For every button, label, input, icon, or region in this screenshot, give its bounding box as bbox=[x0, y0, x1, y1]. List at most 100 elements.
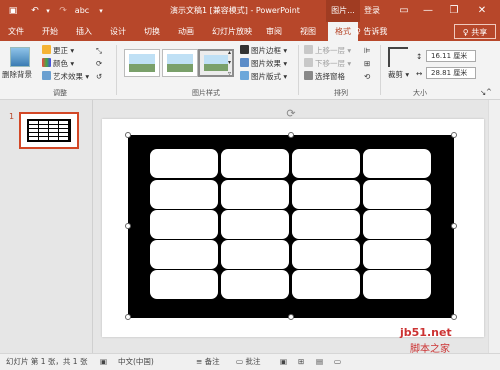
send-backward-icon bbox=[304, 58, 313, 67]
bring-forward-icon bbox=[304, 45, 313, 54]
picture-layout-button[interactable]: 图片版式 ▾ bbox=[240, 71, 287, 82]
login-link[interactable]: 登录 bbox=[364, 0, 380, 22]
redo-icon[interactable]: ↷ bbox=[56, 3, 70, 19]
language-status[interactable]: 中文(中国) bbox=[118, 354, 154, 370]
remove-background-button[interactable]: 删除背景 bbox=[2, 69, 32, 80]
resize-handle-top-left[interactable] bbox=[125, 132, 131, 138]
size-group-label: 大小 bbox=[413, 89, 427, 97]
vertical-scrollbar[interactable] bbox=[488, 100, 500, 353]
watermark-site: jb51.net bbox=[400, 326, 452, 339]
status-bar: 幻灯片 第 1 张，共 1 张 ▣ 中文(中国) ≡ 备注 ▭ 批注 ▣ ⊞ ▤… bbox=[0, 353, 500, 370]
picture-style-1[interactable] bbox=[124, 49, 160, 77]
width-input[interactable]: 28.81 厘米 bbox=[426, 67, 476, 79]
resize-handle-right[interactable] bbox=[451, 223, 457, 229]
separator bbox=[380, 45, 381, 95]
bring-forward-button[interactable]: 上移一层 ▾ bbox=[304, 45, 351, 56]
slide-thumbnails-pane: 1 bbox=[0, 100, 93, 353]
resize-handle-top[interactable] bbox=[288, 132, 294, 138]
color-label: 颜色 bbox=[53, 59, 68, 68]
bring-forward-label: 上移一层 bbox=[315, 46, 345, 55]
color-button[interactable]: 颜色 ▾ bbox=[42, 58, 74, 69]
resize-handle-bottom[interactable] bbox=[288, 314, 294, 320]
selection-pane-button[interactable]: 选择窗格 bbox=[304, 71, 345, 82]
effects-icon bbox=[240, 58, 249, 67]
send-backward-button[interactable]: 下移一层 ▾ bbox=[304, 58, 351, 69]
table-cell bbox=[363, 210, 431, 239]
ribbon-display-icon[interactable]: ▭ bbox=[392, 0, 416, 22]
separator bbox=[298, 45, 299, 95]
slideshow-icon[interactable]: ▭ bbox=[334, 354, 341, 370]
selected-picture[interactable] bbox=[128, 135, 454, 318]
group-icon[interactable]: ⊞ bbox=[364, 58, 370, 69]
crop-label: 裁剪 bbox=[388, 70, 403, 79]
spelling-icon[interactable]: abc bbox=[74, 3, 90, 19]
picture-style-2[interactable] bbox=[162, 49, 198, 77]
change-picture-icon[interactable]: ⟳ bbox=[96, 58, 102, 69]
picture-border-button[interactable]: 图片边框 ▾ bbox=[240, 45, 287, 56]
notes-button[interactable]: ≡ 备注 bbox=[196, 354, 220, 370]
comments-button[interactable]: ▭ 批注 bbox=[236, 354, 260, 370]
thumbnail-table-image bbox=[27, 119, 71, 142]
resize-handle-bottom-right[interactable] bbox=[451, 314, 457, 320]
tab-slideshow[interactable]: 幻灯片放映 bbox=[208, 22, 256, 41]
reading-view-icon[interactable]: ▤ bbox=[316, 354, 323, 370]
customize-qa-icon[interactable]: ▾ bbox=[96, 3, 106, 19]
adjust-group-label: 调整 bbox=[53, 89, 67, 97]
resize-handle-bottom-left[interactable] bbox=[125, 314, 131, 320]
tab-view[interactable]: 视图 bbox=[296, 22, 320, 41]
crop-icon[interactable] bbox=[388, 47, 408, 67]
align-icon[interactable]: ⊫ bbox=[364, 45, 371, 56]
table-cell bbox=[150, 270, 218, 299]
pen-icon bbox=[240, 45, 249, 54]
tab-transitions[interactable]: 切换 bbox=[140, 22, 164, 41]
remove-background-icon[interactable] bbox=[10, 47, 30, 67]
arrange-group-label: 排列 bbox=[334, 89, 348, 97]
sun-icon bbox=[42, 45, 51, 54]
ribbon: 删除背景 更正 ▾ 颜色 ▾ 艺术效果 ▾ ⤡ ⟳ ↺ 调整 ▴ ▾ ▿ 图片边… bbox=[0, 41, 500, 100]
artistic-effects-icon bbox=[42, 71, 51, 80]
undo-icon[interactable]: ↶ bbox=[28, 3, 42, 19]
rotate-icon[interactable]: ⟲ bbox=[364, 71, 370, 82]
reset-picture-icon[interactable]: ↺ bbox=[96, 71, 102, 82]
resize-handle-top-right[interactable] bbox=[451, 132, 457, 138]
spelling-status-icon[interactable]: ▣ bbox=[100, 354, 107, 370]
minimize-button[interactable]: — bbox=[416, 0, 440, 22]
tab-animations[interactable]: 动画 bbox=[174, 22, 198, 41]
slide-sorter-icon[interactable]: ⊞ bbox=[298, 354, 304, 370]
styles-more-icon[interactable]: ▿ bbox=[228, 68, 231, 79]
table-cell bbox=[363, 180, 431, 209]
thumbnail-grid bbox=[29, 121, 68, 140]
picture-styles-group-label: 图片样式 bbox=[192, 89, 220, 97]
tab-design[interactable]: 设计 bbox=[106, 22, 130, 41]
restore-button[interactable]: ❐ bbox=[442, 0, 466, 22]
normal-view-icon[interactable]: ▣ bbox=[280, 354, 287, 370]
slide-thumbnail[interactable] bbox=[19, 112, 79, 149]
slide-number: 1 bbox=[9, 112, 15, 121]
width-icon: ↔ bbox=[416, 69, 423, 78]
styles-scroll-down-icon[interactable]: ▾ bbox=[228, 57, 231, 68]
crop-button[interactable]: 裁剪 ▾ bbox=[388, 69, 409, 80]
artistic-effects-button[interactable]: 艺术效果 ▾ bbox=[42, 71, 89, 82]
height-input[interactable]: 16.11 厘米 bbox=[426, 50, 476, 62]
table-cell bbox=[150, 180, 218, 209]
close-button[interactable]: ✕ bbox=[470, 0, 494, 22]
tell-me-search[interactable]: ♀ 告诉我 bbox=[355, 22, 387, 41]
resize-handle-left[interactable] bbox=[125, 223, 131, 229]
save-icon[interactable]: ▣ bbox=[6, 3, 20, 19]
table-cell bbox=[292, 149, 360, 178]
tab-insert[interactable]: 插入 bbox=[72, 22, 96, 41]
color-icon bbox=[42, 58, 51, 67]
corrections-button[interactable]: 更正 ▾ bbox=[42, 45, 74, 56]
corrections-label: 更正 bbox=[53, 46, 68, 55]
undo-dropdown-icon[interactable]: ▾ bbox=[44, 3, 52, 19]
tab-home[interactable]: 开始 bbox=[38, 22, 62, 41]
compress-pictures-icon[interactable]: ⤡ bbox=[96, 45, 102, 56]
share-button[interactable]: ♀ 共享 bbox=[454, 24, 496, 39]
tab-file[interactable]: 文件 bbox=[4, 22, 28, 41]
tab-format[interactable]: 格式 bbox=[328, 22, 358, 41]
tab-review[interactable]: 审阅 bbox=[262, 22, 286, 41]
picture-effects-button[interactable]: 图片效果 ▾ bbox=[240, 58, 287, 69]
picture-tools-context-tab[interactable]: 图片... bbox=[326, 0, 360, 22]
rotate-handle-icon[interactable]: ⟳ bbox=[285, 108, 297, 120]
collapse-ribbon-icon[interactable]: ^ bbox=[486, 87, 492, 98]
